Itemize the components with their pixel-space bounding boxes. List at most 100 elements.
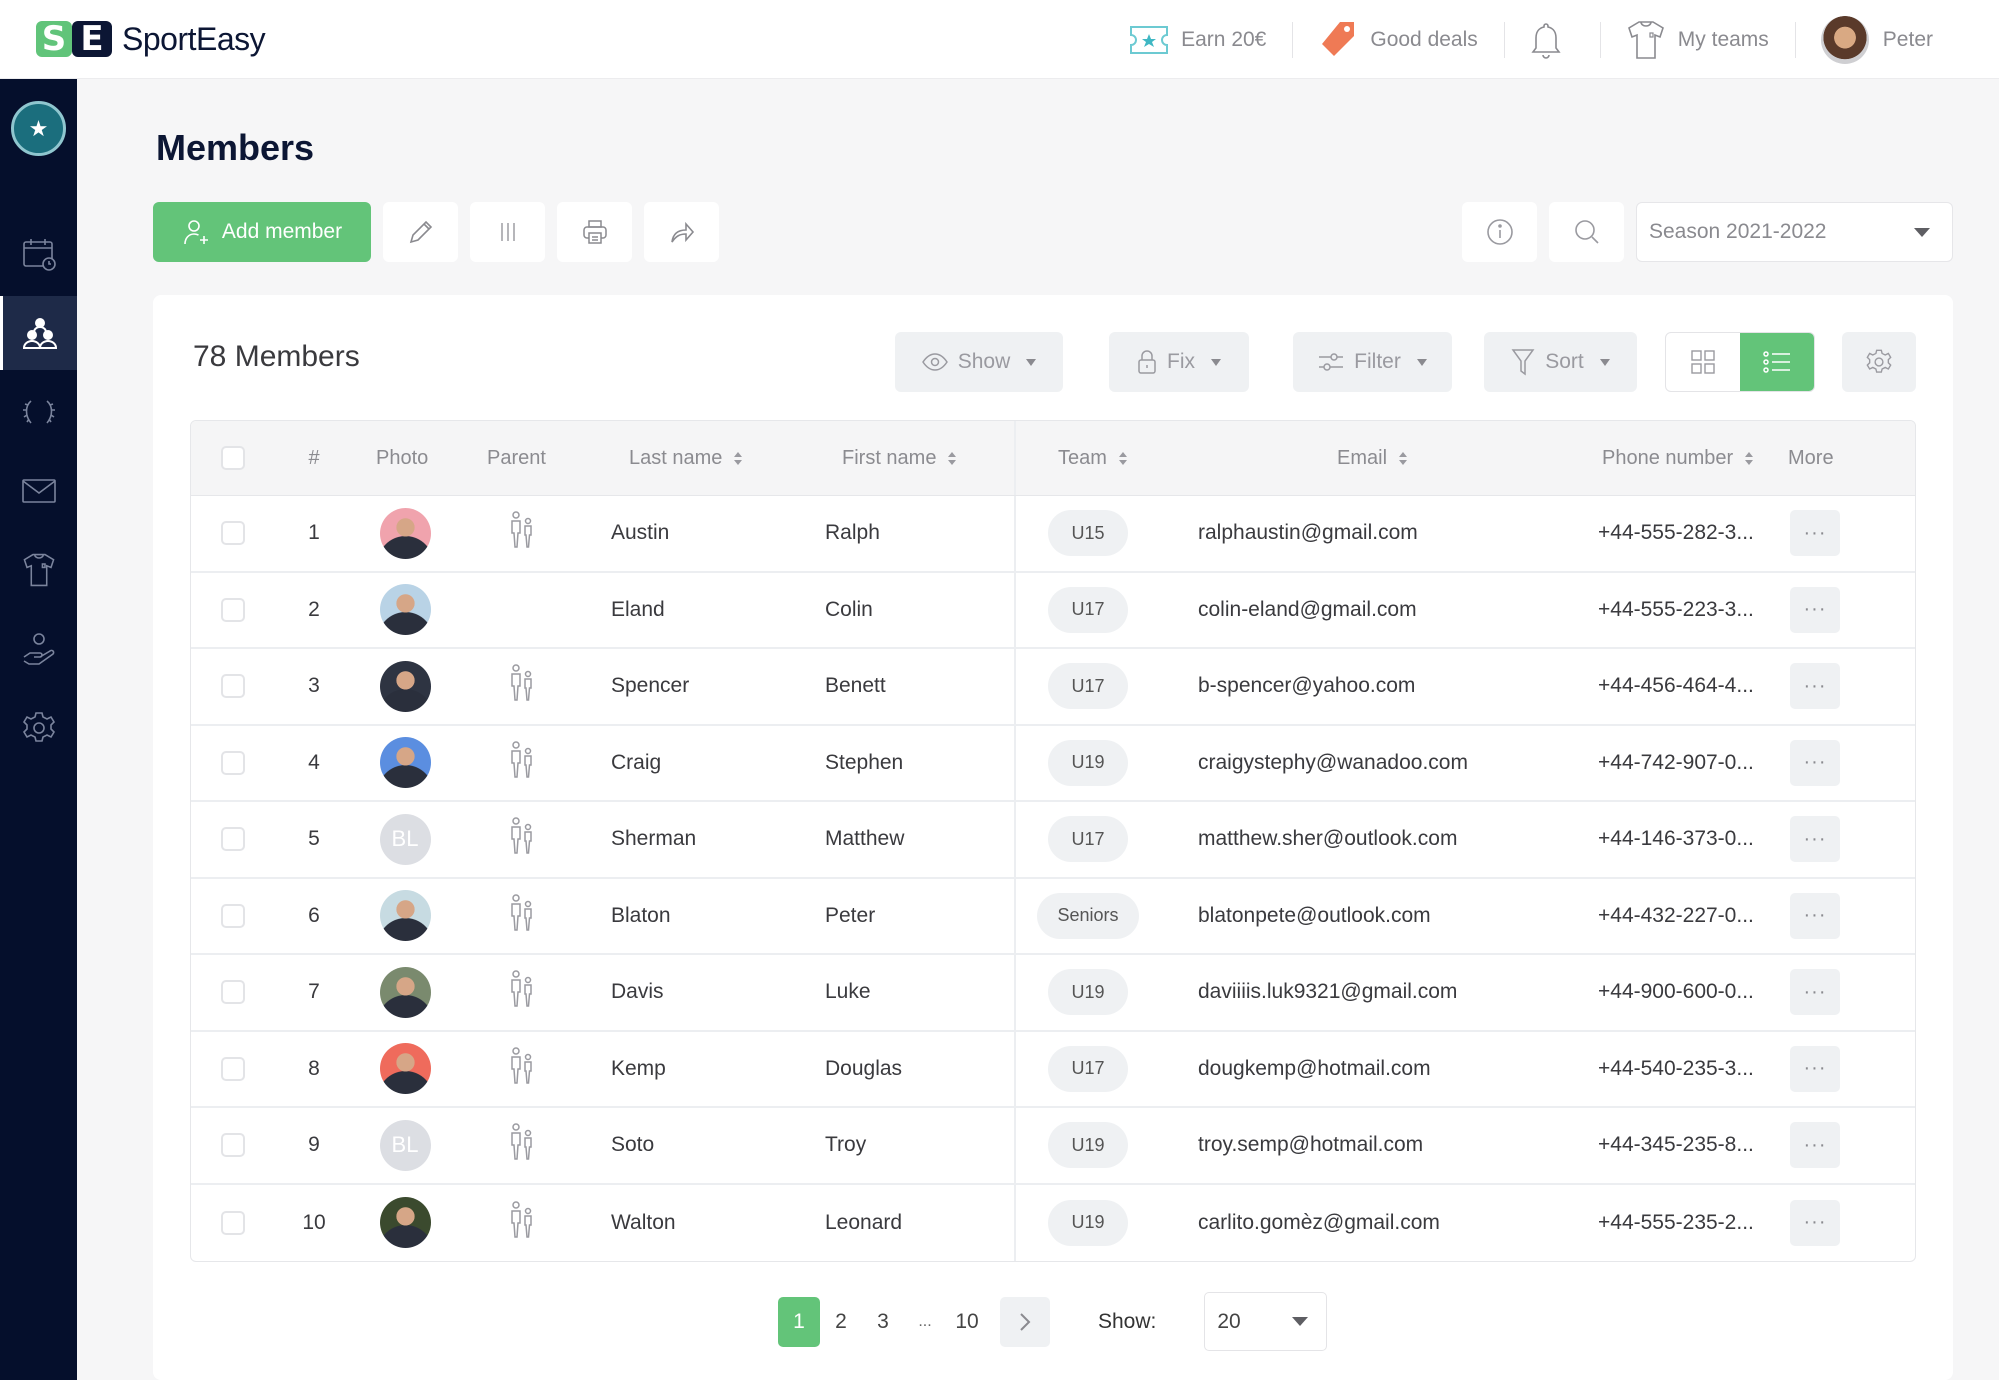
- page-button[interactable]: 2: [820, 1297, 862, 1347]
- select-all-checkbox[interactable]: [221, 446, 245, 470]
- more-options-button[interactable]: ···: [1790, 1045, 1840, 1092]
- info-button[interactable]: [1462, 202, 1537, 262]
- club-badge-icon[interactable]: ★: [11, 101, 66, 156]
- share-button[interactable]: [644, 202, 719, 262]
- more-options-button[interactable]: ···: [1790, 739, 1840, 786]
- earn-link[interactable]: Earn 20€: [1103, 0, 1292, 79]
- team-badge[interactable]: U17: [1048, 816, 1128, 863]
- checkbox[interactable]: [221, 1210, 245, 1235]
- season-select[interactable]: Season 2021-2022: [1636, 202, 1953, 262]
- checkbox[interactable]: [221, 750, 245, 775]
- header-first-name[interactable]: First name: [842, 447, 957, 470]
- team-badge[interactable]: U19: [1048, 1199, 1128, 1246]
- checkbox[interactable]: [221, 446, 245, 470]
- team-badge[interactable]: U19: [1048, 739, 1128, 786]
- more-options-button[interactable]: ···: [1790, 586, 1840, 633]
- more-options-button[interactable]: ···: [1790, 1199, 1840, 1246]
- table-row[interactable]: 1 Austin Ralph U15 ralphaustin@gmail.com +44-…: [191, 496, 1915, 573]
- row-checkbox[interactable]: [221, 1056, 245, 1081]
- table-settings-button[interactable]: [1842, 332, 1916, 392]
- table-row[interactable]: 2 Eland Colin U17 colin-eland@gmail.com +44-5…: [191, 572, 1915, 649]
- sidebar-item-settings[interactable]: [0, 691, 77, 765]
- checkbox[interactable]: [221, 827, 245, 852]
- page-size-select[interactable]: 20: [1204, 1292, 1328, 1351]
- edit-button[interactable]: [383, 202, 458, 262]
- my-teams-link[interactable]: My teams: [1599, 0, 1795, 79]
- row-checkbox[interactable]: [221, 980, 245, 1005]
- sidebar-item-members[interactable]: [0, 296, 77, 370]
- print-button[interactable]: [557, 202, 632, 262]
- sort-button[interactable]: Sort: [1484, 332, 1637, 392]
- parent-icon[interactable]: [508, 1047, 534, 1091]
- checkbox[interactable]: [221, 903, 245, 928]
- sidebar-item-teams[interactable]: [0, 533, 77, 607]
- team-badge[interactable]: Seniors: [1037, 892, 1139, 939]
- filter-button[interactable]: Filter: [1293, 332, 1452, 392]
- columns-button[interactable]: [470, 202, 545, 262]
- search-button[interactable]: [1549, 202, 1624, 262]
- page-button[interactable]: 3: [862, 1297, 904, 1347]
- more-options-button[interactable]: ···: [1790, 663, 1840, 710]
- table-row[interactable]: 7 Davis Luke U19 daviiiis.luk9321@gmail.com +…: [191, 955, 1915, 1032]
- parent-icon[interactable]: [508, 970, 534, 1014]
- header-last-name[interactable]: Last name: [629, 447, 743, 470]
- table-row[interactable]: 10 Walton Leonard U19 carlito.gomèz@gmail.co…: [191, 1184, 1915, 1261]
- page-button[interactable]: 10: [946, 1297, 988, 1347]
- add-member-button[interactable]: Add member: [153, 202, 371, 262]
- table-row[interactable]: 5 BL Sherman Matthew U17 matthew.sher@outlook…: [191, 802, 1915, 879]
- header-email[interactable]: Email: [1337, 447, 1408, 470]
- grid-view-button[interactable]: [1666, 333, 1740, 391]
- team-badge[interactable]: U17: [1048, 663, 1128, 710]
- more-options-button[interactable]: ···: [1790, 510, 1840, 557]
- user-menu[interactable]: Peter: [1794, 0, 1959, 79]
- table-row[interactable]: 3 Spencer Benett U17 b-spencer@yahoo.com +44-…: [191, 649, 1915, 726]
- checkbox[interactable]: [221, 674, 245, 699]
- parent-icon[interactable]: [508, 511, 534, 555]
- row-checkbox[interactable]: [221, 903, 245, 928]
- table-row[interactable]: 4 Craig Stephen U19 craigystephy@wanadoo.com…: [191, 725, 1915, 802]
- table-row[interactable]: 6 Blaton Peter Seniors blatonpete@outlook.co…: [191, 878, 1915, 955]
- show-button[interactable]: Show: [895, 332, 1063, 392]
- row-checkbox[interactable]: [221, 827, 245, 852]
- row-checkbox[interactable]: [221, 750, 245, 775]
- sidebar-item-volunteers[interactable]: [0, 612, 77, 686]
- parent-icon[interactable]: [508, 664, 534, 708]
- parent-icon[interactable]: [508, 894, 534, 938]
- team-badge[interactable]: U15: [1048, 510, 1128, 557]
- row-checkbox[interactable]: [221, 1133, 245, 1158]
- parent-icon[interactable]: [508, 1201, 534, 1245]
- next-page-button[interactable]: [1000, 1296, 1050, 1347]
- more-options-button[interactable]: ···: [1790, 1122, 1840, 1169]
- row-checkbox[interactable]: [221, 674, 245, 699]
- team-badge[interactable]: U19: [1048, 969, 1128, 1016]
- sidebar-item-calendar[interactable]: [0, 217, 77, 291]
- sidebar-item-messages[interactable]: [0, 454, 77, 528]
- page-button[interactable]: 1: [778, 1296, 820, 1347]
- header-phone[interactable]: Phone number: [1602, 447, 1754, 470]
- sidebar-item-trophies[interactable]: [0, 375, 77, 449]
- notifications-button[interactable]: [1503, 0, 1600, 79]
- row-checkbox[interactable]: [221, 1210, 245, 1235]
- team-badge[interactable]: U17: [1048, 1045, 1128, 1092]
- list-view-button[interactable]: [1740, 333, 1814, 391]
- more-options-button[interactable]: ···: [1790, 816, 1840, 863]
- checkbox[interactable]: [221, 1133, 245, 1158]
- parent-icon[interactable]: [508, 741, 534, 785]
- checkbox[interactable]: [221, 597, 245, 622]
- good-deals-link[interactable]: Good deals: [1292, 0, 1503, 79]
- more-options-button[interactable]: ···: [1790, 969, 1840, 1016]
- checkbox[interactable]: [221, 1056, 245, 1081]
- parent-icon[interactable]: [508, 1123, 534, 1167]
- row-checkbox[interactable]: [221, 521, 245, 546]
- header-team[interactable]: Team: [1058, 447, 1127, 470]
- sporteasy-logo[interactable]: S E SportEasy: [36, 20, 266, 58]
- fix-button[interactable]: Fix: [1109, 332, 1249, 392]
- table-row[interactable]: 8 Kemp Douglas U17 dougkemp@hotmail.com +44-5…: [191, 1031, 1915, 1108]
- more-options-button[interactable]: ···: [1790, 892, 1840, 939]
- table-row[interactable]: 9 BL Soto Troy U19 troy.semp@hotmail.com +44-3…: [191, 1108, 1915, 1185]
- team-badge[interactable]: U19: [1048, 1122, 1128, 1169]
- team-badge[interactable]: U17: [1048, 586, 1128, 633]
- parent-icon[interactable]: [508, 817, 534, 861]
- checkbox[interactable]: [221, 980, 245, 1005]
- row-checkbox[interactable]: [221, 597, 245, 622]
